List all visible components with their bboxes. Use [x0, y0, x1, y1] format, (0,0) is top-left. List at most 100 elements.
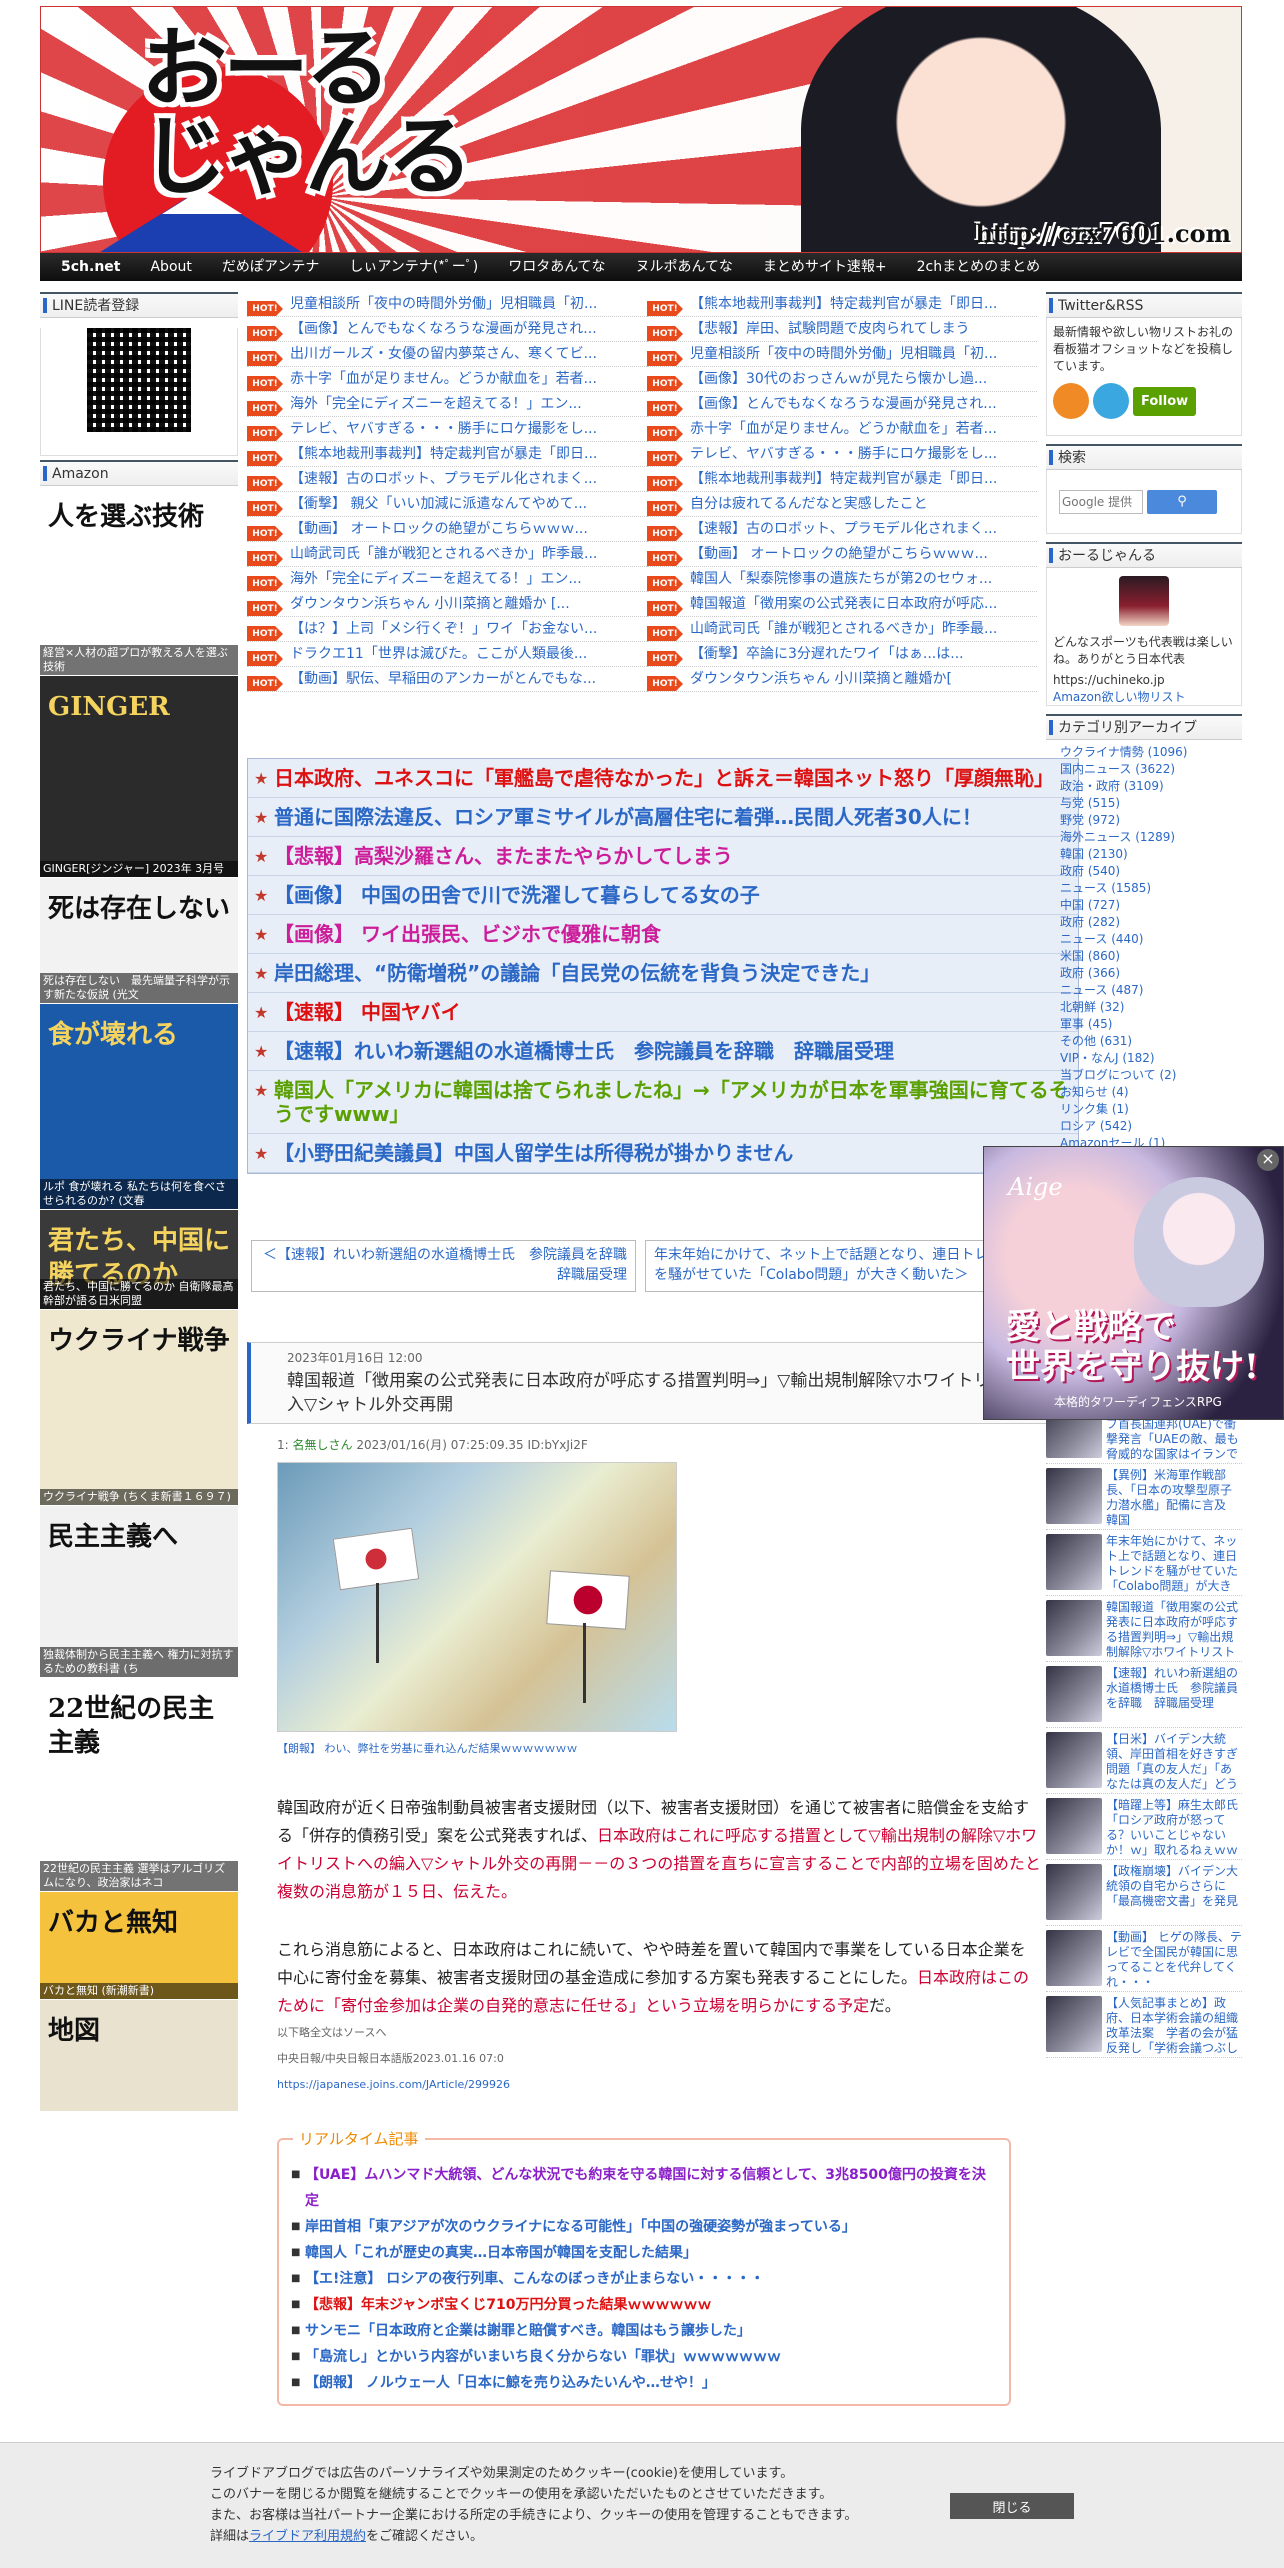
amazon-book-cover[interactable]: 食が壊れる ルポ 食が壊れる 私たちは何を食べさせられるのか? (文春 [40, 1004, 238, 1210]
antenna-link[interactable]: ドラクエ11「世界は滅びた。ここが人類最後... [290, 646, 587, 662]
realtime-item[interactable]: 岸田首相「東アジアが次のウクライナになる可能性」「中国の強硬姿勢が強まっている」 [291, 2214, 997, 2240]
antenna-item[interactable]: HOT! 海外「完全にディズニーを超えてる！」エン... [247, 392, 667, 417]
sidebar-article-title[interactable]: 【異例】米海軍作戦部長、「日本の攻撃型原子力潜水艦」配備に言及 韓国 [1106, 1468, 1242, 1527]
article-thumbnail[interactable] [1046, 1864, 1102, 1920]
category-link[interactable]: 国内ニュース (3622) [1060, 762, 1175, 776]
nav-5ch[interactable]: 5ch.net [46, 253, 135, 281]
category-link[interactable]: 軍事 (45) [1060, 1017, 1112, 1031]
antenna-link[interactable]: 海外「完全にディズニーを超えてる！」エン... [290, 396, 582, 412]
antenna-item[interactable]: HOT! 自分は疲れてるんだなと実感したこと [647, 492, 1037, 517]
category-item[interactable]: 軍事 (45) [1046, 1016, 1242, 1033]
antenna-link[interactable]: 韓国人「梨泰院惨事の遺族たちが第2のセウォ... [690, 571, 992, 587]
category-link[interactable]: ニュース (487) [1060, 983, 1143, 997]
floating-game-ad[interactable]: × Aige 愛と戦略で 世界を守り抜け! 本格的タワーディフェンスRPG [983, 1146, 1284, 1420]
category-item[interactable]: 中国 (727) [1046, 897, 1242, 914]
ad-close-button[interactable]: × [1257, 1149, 1279, 1171]
antenna-link[interactable]: 児童相談所「夜中の時間外労働」児相職員「初... [290, 296, 597, 312]
antenna-item[interactable]: HOT! 児童相談所「夜中の時間外労働」児相職員「初... [247, 292, 667, 317]
category-link[interactable]: VIP・なんJ (182) [1060, 1051, 1155, 1065]
category-item[interactable]: 当ブログについて (2) [1046, 1067, 1242, 1084]
antenna-item[interactable]: HOT! 【動画】 オートロックの絶望がこちらｗｗｗ... [647, 542, 1037, 567]
nav-2ch-matome[interactable]: 2chまとめのまとめ [902, 253, 1055, 281]
antenna-item[interactable]: HOT! 【は？】上司「メシ行くぞ！」ワイ「お金ない... [247, 617, 667, 642]
category-item[interactable]: 韓国 (2130) [1046, 846, 1242, 863]
nav-nurupo[interactable]: ヌルポあんてな [621, 253, 748, 281]
category-link[interactable]: 当ブログについて (2) [1060, 1068, 1176, 1082]
category-item[interactable]: ニュース (487) [1046, 982, 1242, 999]
antenna-link[interactable]: 【速報】古のロボット、プラモデル化されまく... [690, 521, 997, 537]
sidebar-article[interactable]: 韓国報道「徴用案の公式発表に日本政府が呼応する措置判明⇒」▽輸出規制解除▽ホワイ… [1046, 1596, 1242, 1662]
sidebar-article[interactable]: 【異例】米海軍作戦部長、「日本の攻撃型原子力潜水艦」配備に言及 韓国 [1046, 1464, 1242, 1530]
article-photo[interactable] [277, 1462, 677, 1732]
article-thumbnail[interactable] [1046, 1930, 1102, 1986]
category-link[interactable]: お知らせ (4) [1060, 1085, 1129, 1099]
pickup-item[interactable]: 岸田総理、“防衛増税”の議論「自民党の伝統を背負う決定できた」 [248, 954, 1078, 993]
sidebar-article[interactable]: 【政権崩壊】バイデン大統領の自宅からさらに「最高機密文書」を発見 [1046, 1860, 1242, 1926]
category-item[interactable]: ニュース (440) [1046, 931, 1242, 948]
antenna-item[interactable]: HOT! 【熊本地裁刑事裁判】特定裁判官が暴走「即日... [647, 292, 1037, 317]
antenna-link[interactable]: 【動画】駅伝、早稲田のアンカーがとんでもな... [290, 671, 596, 687]
sidebar-article-title[interactable]: 【人気記事まとめ】政府、日本学術会議の組織改革法案 学者の会が猛反発し「学術会議… [1106, 1996, 1242, 2057]
antenna-link[interactable]: ダウンタウン浜ちゃん 小川菜摘と離婚か[ [690, 671, 952, 687]
category-link[interactable]: 中国 (727) [1060, 898, 1120, 912]
antenna-item[interactable]: HOT! 【衝撃】 親父「いい加減に派遣なんてやめて... [247, 492, 667, 517]
search-button[interactable]: ⚲ [1147, 489, 1217, 514]
pickup-item[interactable]: 韓国人「アメリカに韓国は捨てられましたね」→「アメリカが日本を軍事強国に育てるそ… [248, 1071, 1078, 1134]
article-source-link[interactable]: https://japanese.joins.com/JArticle/2999… [277, 2076, 1041, 2094]
realtime-item[interactable]: 【悲報】年末ジャンボ宝くじ710万円分買った結果ｗｗｗｗｗｗ [291, 2292, 997, 2318]
nav-warota[interactable]: ワロタあんてな [493, 253, 620, 281]
antenna-link[interactable]: 【画像】とんでもなくなろうな漫画が発見され... [690, 396, 997, 412]
category-link[interactable]: 政治・政府 (3109) [1060, 779, 1164, 793]
rss-icon[interactable] [1053, 383, 1089, 419]
nav-matome-sokuho[interactable]: まとめサイト速報+ [748, 253, 902, 281]
antenna-item[interactable]: HOT! 【動画】駅伝、早稲田のアンカーがとんでもな... [247, 667, 667, 692]
sidebar-article-title[interactable]: 年末年始にかけて、ネット上で話題となり、連日トレンドを騒がせていた「Colabo… [1106, 1534, 1242, 1595]
article-thumbnail[interactable] [1046, 1798, 1102, 1854]
antenna-link[interactable]: 出川ガールズ・女優の留内夢菜さん、寒くてビ... [290, 346, 597, 362]
sidebar-article-title[interactable]: 【速報】れいわ新選組の水道橋博士氏 参院議員を辞職 辞職届受理 [1106, 1666, 1242, 1723]
realtime-item[interactable]: 韓国人「これが歴史の真実…日本帝国が韓国を支配した結果」 [291, 2240, 997, 2266]
realtime-item[interactable]: 【UAE】ムハンマド大統領、どんな状況でも約束を守る韓国に対する信頼として、3兆… [291, 2162, 997, 2214]
category-item[interactable]: 政府 (282) [1046, 914, 1242, 931]
category-item[interactable]: 与党 (515) [1046, 795, 1242, 812]
antenna-item[interactable]: HOT! 出川ガールズ・女優の留内夢菜さん、寒くてビ... [247, 342, 667, 367]
article-thumbnail[interactable] [1046, 1996, 1102, 2052]
article-thumbnail[interactable] [1046, 1732, 1102, 1788]
next-article-link[interactable]: 年末年始にかけて、ネット上で話題となり、連日トレンドを騒がせていた「Colabo… [645, 1240, 1030, 1292]
category-item[interactable]: 政府 (366) [1046, 965, 1242, 982]
category-item[interactable]: 政治・政府 (3109) [1046, 778, 1242, 795]
line-qr-code[interactable] [87, 328, 191, 432]
sidebar-article[interactable]: 【日米】バイデン大統領、岸田首相を好きすぎ問題「真の友人だ」「あなたは真の友人だ… [1046, 1728, 1242, 1794]
nav-about[interactable]: About [135, 253, 206, 281]
sidebar-article-title[interactable]: 【日米】バイデン大統領、岸田首相を好きすぎ問題「真の友人だ」「あなたは真の友人だ… [1106, 1732, 1242, 1793]
category-link[interactable]: リンク集 (1) [1060, 1102, 1129, 1116]
category-item[interactable]: その他 (631) [1046, 1033, 1242, 1050]
category-item[interactable]: ロシア (542) [1046, 1118, 1242, 1135]
antenna-item[interactable]: HOT! テレビ、ヤバすぎる・・・勝手にロケ撮影をし... [647, 442, 1037, 467]
antenna-item[interactable]: HOT! 【衝撃】卒論に3分遅れたワイ「はぁ...は... [647, 642, 1037, 667]
antenna-link[interactable]: テレビ、ヤバすぎる・・・勝手にロケ撮影をし... [290, 421, 597, 437]
category-link[interactable]: ニュース (440) [1060, 932, 1143, 946]
antenna-link[interactable]: 【は？】上司「メシ行くぞ！」ワイ「お金ない... [290, 621, 597, 637]
category-link[interactable]: ロシア (542) [1060, 1119, 1132, 1133]
antenna-item[interactable]: HOT! 【熊本地裁刑事裁判】特定裁判官が暴走「即日... [247, 442, 667, 467]
pickup-item[interactable]: 【速報】れいわ新選組の水道橋博士氏 参院議員を辞職 辞職届受理 [248, 1032, 1078, 1071]
antenna-link[interactable]: 山崎武司氏「誰が戦犯とされるべきか」昨季最... [690, 621, 997, 637]
antenna-link[interactable]: 【動画】 オートロックの絶望がこちらｗｗｗ... [690, 546, 988, 562]
category-item[interactable]: お知らせ (4) [1046, 1084, 1242, 1101]
antenna-link[interactable]: 【衝撃】卒論に3分遅れたワイ「はぁ...は... [690, 646, 964, 662]
antenna-item[interactable]: HOT! 赤十字「血が足りません。どうか献血を」若者... [247, 367, 667, 392]
article-thumbnail[interactable] [1046, 1666, 1102, 1722]
category-item[interactable]: 政府 (540) [1046, 863, 1242, 880]
antenna-item[interactable]: HOT! 海外「完全にディズニーを超えてる！」エン... [247, 567, 667, 592]
cookie-terms-link[interactable]: ライブドア利用規約 [249, 2529, 366, 2544]
pickup-item[interactable]: 【速報】 中国ヤバイ [248, 993, 1078, 1032]
category-item[interactable]: 海外ニュース (1289) [1046, 829, 1242, 846]
twitter-bird-icon[interactable] [1093, 383, 1129, 419]
antenna-item[interactable]: HOT! 【画像】30代のおっさんｗが見たら懐かし過... [647, 367, 1037, 392]
category-link[interactable]: 米国 (860) [1060, 949, 1120, 963]
antenna-link[interactable]: 海外「完全にディズニーを超えてる！」エン... [290, 571, 582, 587]
prev-article-link[interactable]: ＜【速報】れいわ新選組の水道橋博士氏 参院議員を辞職 辞職届受理 [251, 1240, 641, 1292]
photo-caption-link[interactable]: 【朗報】 わい、弊社を労基に垂れ込んだ結果ｗｗｗｗｗｗｗ [277, 1740, 1041, 1758]
antenna-link[interactable]: 韓国報道「徴用案の公式発表に日本政府が呼応... [690, 596, 997, 612]
